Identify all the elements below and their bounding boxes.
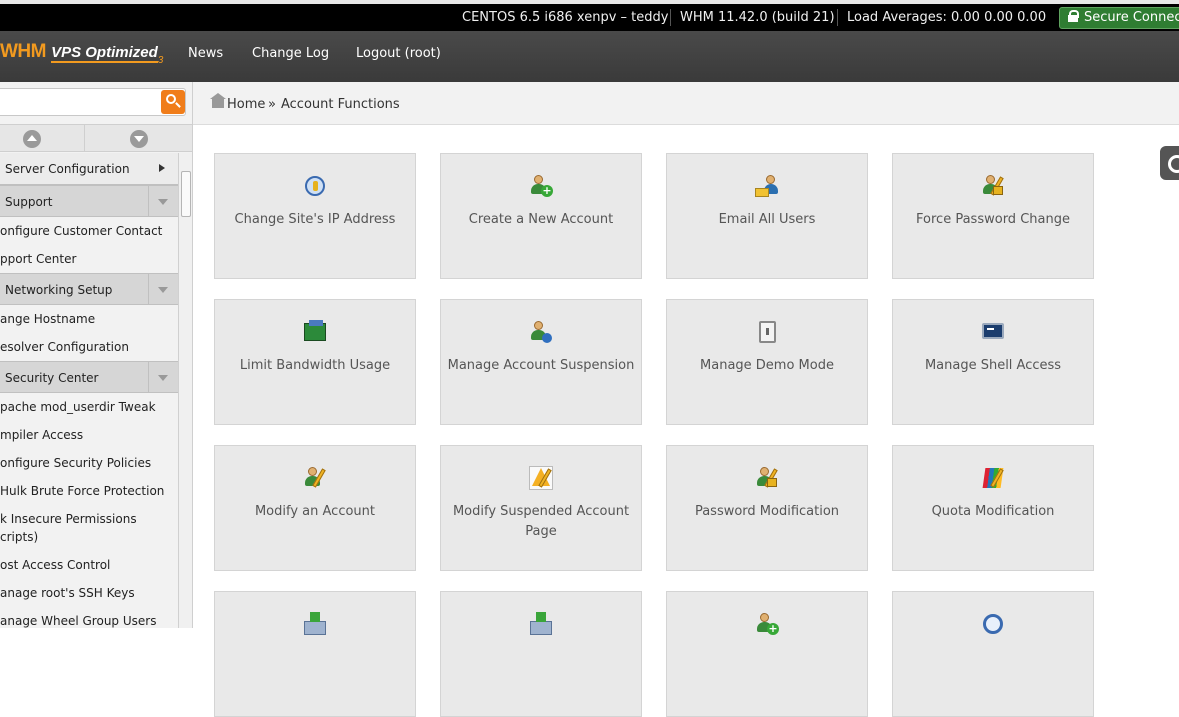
tile-change-ip-address[interactable]: Change Site's IP Address	[214, 153, 416, 279]
create-account-icon: +	[529, 174, 553, 198]
sidebar-item-security-policies[interactable]: onfigure Security Policies	[0, 449, 178, 477]
tile-email-all-users[interactable]: Email All Users	[666, 153, 868, 279]
download-icon	[529, 612, 553, 636]
whm-version: WHM 11.42.0 (build 21)	[680, 10, 835, 25]
nav-logout-link[interactable]: Logout (root)	[356, 31, 441, 82]
sidebar-item-ssh-keys[interactable]: anage root's SSH Keys	[0, 579, 178, 607]
scroll-down-icon[interactable]	[130, 130, 148, 148]
sidebar-search-input[interactable]	[0, 88, 186, 116]
sidebar-scroll-controls	[0, 124, 192, 152]
top-status-bar: CENTOS 6.5 i686 xenpv – teddy WHM 11.42.…	[0, 0, 1179, 31]
sidebar-item-support-center[interactable]: pport Center	[0, 245, 178, 273]
tile-row4-4[interactable]	[892, 591, 1094, 717]
chevron-down-icon	[148, 186, 178, 217]
ip-address-icon	[303, 174, 327, 198]
sidebar-item-apache-mod-userdir[interactable]: pache mod_userdir Tweak	[0, 393, 178, 421]
nav-news-link[interactable]: News	[188, 31, 223, 82]
tile-demo-mode[interactable]: Manage Demo Mode	[666, 299, 868, 425]
modify-account-icon	[303, 466, 327, 490]
divider	[670, 9, 671, 26]
sidebar-item-cphulk[interactable]: Hulk Brute Force Protection	[0, 477, 178, 505]
chevron-right-icon	[148, 153, 178, 184]
tile-force-password-change[interactable]: Force Password Change	[892, 153, 1094, 279]
search-button[interactable]	[161, 90, 185, 114]
secure-connection-badge[interactable]: Secure Connection	[1059, 7, 1179, 29]
tile-quota-modification[interactable]: Quota Modification	[892, 445, 1094, 571]
tile-password-modification[interactable]: Password Modification	[666, 445, 868, 571]
tile-create-account[interactable]: + Create a New Account	[440, 153, 642, 279]
scroll-up-icon[interactable]	[23, 130, 41, 148]
breadcrumb-home-link[interactable]: Home	[227, 82, 265, 128]
password-icon	[755, 466, 779, 490]
sidebar-section-support[interactable]: Support	[0, 185, 178, 217]
nav-changelog-link[interactable]: Change Log	[252, 31, 329, 82]
logo-whm: WHM	[0, 41, 46, 62]
sidebar-item-insecure-permissions[interactable]: k Insecure Permissions cripts)	[0, 505, 178, 551]
demo-mode-icon	[755, 320, 779, 344]
left-sidebar: Server Configuration Support onfigure Cu…	[0, 82, 193, 628]
sidebar-section-security-center[interactable]: Security Center	[0, 361, 178, 393]
lock-icon	[1068, 10, 1079, 22]
email-users-icon	[755, 174, 779, 198]
sidebar-section-server-configuration[interactable]: Server Configuration	[0, 153, 178, 185]
tile-row4-1[interactable]	[214, 591, 416, 717]
force-password-icon	[981, 174, 1005, 198]
sidebar-item-wheel-group[interactable]: anage Wheel Group Users	[0, 607, 178, 628]
user-icon: +	[755, 612, 779, 636]
sidebar-item-configure-customer-contact[interactable]: onfigure Customer Contact	[0, 217, 178, 245]
sidebar-scrollbar[interactable]	[178, 153, 192, 628]
breadcrumb-separator: »	[268, 97, 276, 112]
load-averages: Load Averages: 0.00 0.00 0.00	[847, 10, 1047, 25]
chevron-down-icon	[148, 362, 178, 393]
sidebar-section-networking-setup[interactable]: Networking Setup	[0, 273, 178, 305]
main-navbar: WHM VPS Optimized3 News Change Log Logou…	[0, 31, 1179, 82]
breadcrumb: Home » Account Functions	[193, 82, 1179, 125]
tile-limit-bandwidth[interactable]: Limit Bandwidth Usage	[214, 299, 416, 425]
bandwidth-icon	[303, 320, 327, 344]
logo-version-number: 3	[157, 55, 164, 66]
globe-icon	[981, 612, 1005, 636]
tile-row4-2[interactable]	[440, 591, 642, 717]
breadcrumb-current: Account Functions	[281, 97, 400, 112]
download-icon	[303, 612, 327, 636]
sidebar-menu: Server Configuration Support onfigure Cu…	[0, 153, 178, 628]
shell-icon	[981, 320, 1005, 344]
scrollbar-thumb[interactable]	[181, 171, 191, 217]
tile-modify-account[interactable]: Modify an Account	[214, 445, 416, 571]
divider	[837, 9, 838, 26]
logo-vps-optimized: VPS Optimized	[51, 44, 158, 63]
home-icon[interactable]	[210, 93, 226, 108]
help-float-icon[interactable]	[1160, 146, 1179, 180]
quota-icon	[981, 466, 1005, 490]
whm-logo[interactable]: WHM VPS Optimized3	[0, 41, 163, 71]
tile-modify-suspended-page[interactable]: Modify Suspended Account Page	[440, 445, 642, 571]
chevron-down-icon	[148, 274, 178, 305]
suspended-page-icon	[529, 466, 553, 490]
tile-shell-access[interactable]: Manage Shell Access	[892, 299, 1094, 425]
sidebar-item-compiler-access[interactable]: mpiler Access	[0, 421, 178, 449]
suspension-icon	[529, 320, 553, 344]
sidebar-item-change-hostname[interactable]: ange Hostname	[0, 305, 178, 333]
tile-row4-3[interactable]: +	[666, 591, 868, 717]
tile-account-suspension[interactable]: Manage Account Suspension	[440, 299, 642, 425]
secure-connection-label: Secure Connection	[1084, 10, 1179, 25]
server-hostname: CENTOS 6.5 i686 xenpv – teddy	[462, 10, 669, 25]
sidebar-item-resolver-configuration[interactable]: esolver Configuration	[0, 333, 178, 361]
sidebar-item-host-access-control[interactable]: ost Access Control	[0, 551, 178, 579]
